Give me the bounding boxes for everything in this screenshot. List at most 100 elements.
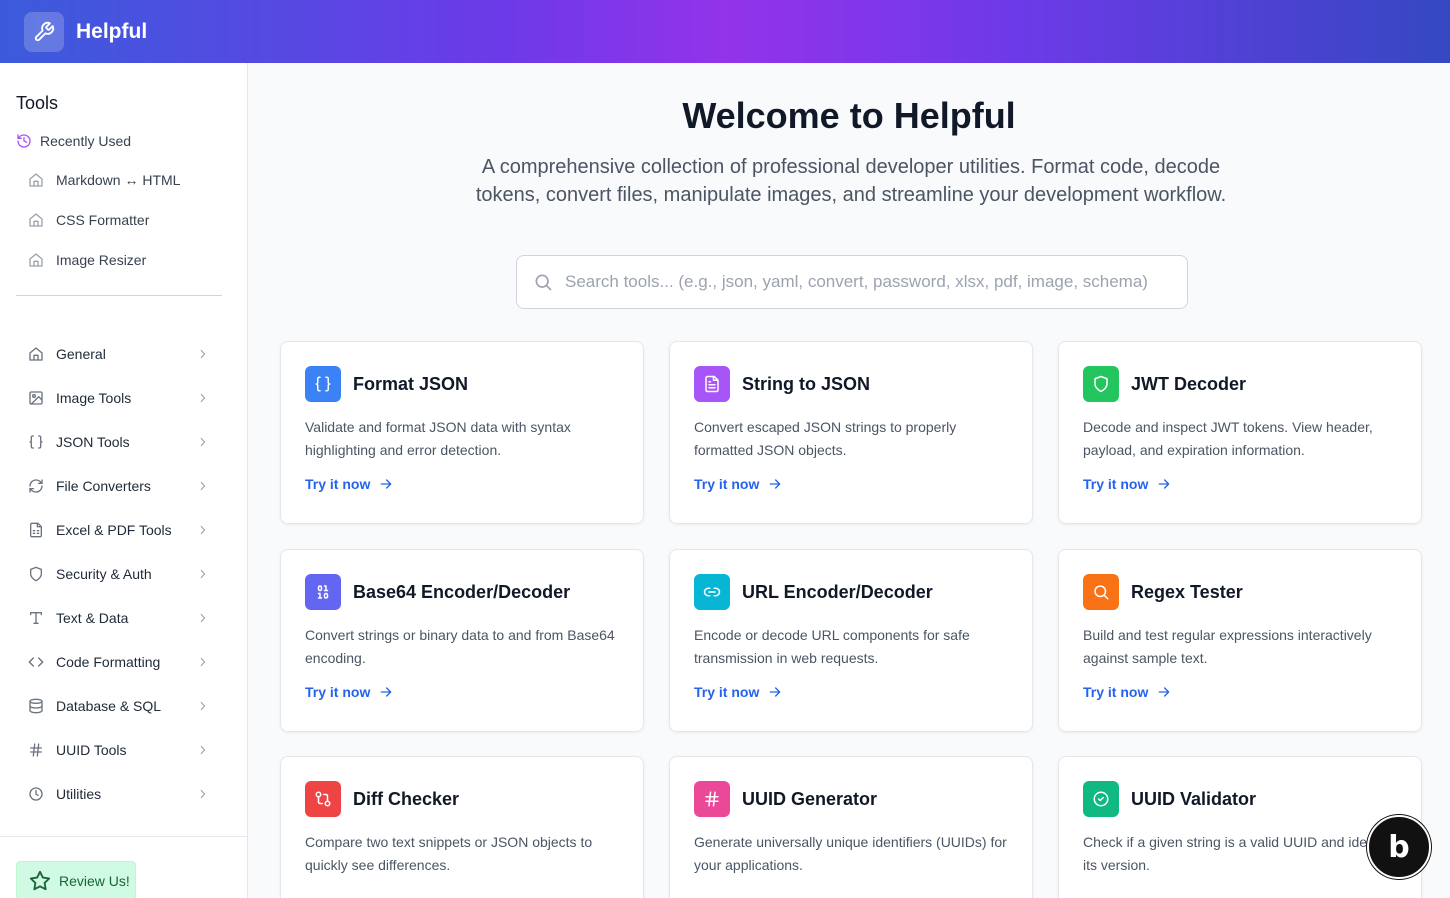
sidebar-item-label: File Converters	[56, 478, 151, 494]
recent-item-label: Image Resizer	[56, 252, 147, 268]
chevron-right-icon	[196, 347, 210, 361]
hash-icon	[694, 781, 730, 817]
sidebar-item-security-auth[interactable]: Security & Auth	[28, 562, 210, 586]
try-it-now-link[interactable]: Try it now	[305, 476, 619, 492]
sidebar-item-label: Excel & PDF Tools	[56, 522, 172, 538]
sidebar-item-image-tools[interactable]: Image Tools	[28, 386, 210, 410]
sidebar-bottom-divider	[0, 836, 247, 837]
try-it-now-link[interactable]: Try it now	[305, 684, 619, 700]
recent-item-label: Markdown ↔ HTML	[56, 172, 181, 188]
tool-card-url-encoder[interactable]: URL Encoder/Decoder Encode or decode URL…	[669, 549, 1033, 732]
star-icon	[29, 870, 51, 892]
recent-item-css-formatter[interactable]: CSS Formatter	[28, 212, 149, 228]
card-title: UUID Generator	[742, 788, 878, 809]
review-us-label: Review Us!	[59, 873, 130, 889]
search-icon	[533, 272, 553, 292]
card-title: Diff Checker	[353, 788, 460, 809]
sidebar-item-text-data[interactable]: Text & Data	[28, 606, 210, 630]
app-title[interactable]: Helpful	[76, 20, 147, 44]
sidebar-item-label: Security & Auth	[56, 566, 152, 582]
tool-card-regex-tester[interactable]: Regex Tester Build and test regular expr…	[1058, 549, 1422, 732]
arrow-right-icon	[378, 684, 394, 700]
tool-card-uuid-generator[interactable]: UUID Generator Generate universally uniq…	[669, 756, 1033, 898]
chevron-right-icon	[196, 743, 210, 757]
tool-card-string-to-json[interactable]: String to JSON Convert escaped JSON stri…	[669, 341, 1033, 524]
arrow-right-icon	[767, 476, 783, 492]
bolt-badge[interactable]: b	[1367, 815, 1431, 879]
sidebar-item-label: General	[56, 346, 106, 362]
link-icon	[694, 574, 730, 610]
home-icon	[28, 346, 44, 362]
search-input[interactable]	[565, 272, 1165, 292]
top-header: Helpful	[0, 0, 1450, 63]
history-icon	[16, 133, 32, 149]
arrow-right-icon	[378, 476, 394, 492]
sidebar-item-uuid-tools[interactable]: UUID Tools	[28, 738, 210, 762]
sidebar-item-label: Text & Data	[56, 610, 129, 626]
home-icon	[28, 172, 44, 188]
braces-icon	[28, 434, 44, 450]
review-us-button[interactable]: Review Us!	[16, 861, 136, 898]
chevron-right-icon	[196, 479, 210, 493]
sidebar-item-excel-pdf-tools[interactable]: Excel & PDF Tools	[28, 518, 210, 542]
sidebar-item-label: UUID Tools	[56, 742, 127, 758]
card-description: Check if a given string is a valid UUID …	[1083, 834, 1393, 873]
sidebar-item-file-converters[interactable]: File Converters	[28, 474, 210, 498]
tool-card-uuid-validator[interactable]: UUID Validator Check if a given string i…	[1058, 756, 1422, 898]
braces-icon	[305, 366, 341, 402]
try-it-now-label: Try it now	[694, 684, 760, 700]
sidebar-item-label: Code Formatting	[56, 654, 161, 670]
sidebar-item-database-sql[interactable]: Database & SQL	[28, 694, 210, 718]
tool-card-base64[interactable]: Base64 Encoder/Decoder Convert strings o…	[280, 549, 644, 732]
try-it-now-label: Try it now	[1083, 684, 1149, 700]
chevron-right-icon	[196, 435, 210, 449]
check-circle-icon	[1083, 781, 1119, 817]
git-compare-icon	[305, 781, 341, 817]
card-description: Convert strings or binary data to and fr…	[305, 627, 615, 666]
try-it-now-link[interactable]: Try it now	[694, 476, 1008, 492]
try-it-now-label: Try it now	[305, 476, 371, 492]
search-box[interactable]	[516, 255, 1188, 309]
card-title: Format JSON	[353, 373, 469, 394]
try-it-now-link[interactable]: Try it now	[694, 684, 1008, 700]
arrow-right-icon	[1156, 476, 1172, 492]
card-title: String to JSON	[742, 373, 871, 394]
card-description: Build and test regular expressions inter…	[1083, 627, 1372, 666]
tool-card-format-json[interactable]: Format JSON Validate and format JSON dat…	[280, 341, 644, 524]
card-title: UUID Validator	[1131, 788, 1257, 809]
recently-used-label: Recently Used	[40, 133, 132, 149]
recent-item-image-resizer[interactable]: Image Resizer	[28, 252, 146, 268]
chevron-right-icon	[196, 611, 210, 625]
try-it-now-link[interactable]: Try it now	[1083, 684, 1397, 700]
recent-item-label: CSS Formatter	[56, 212, 150, 228]
page-title: Welcome to Helpful	[682, 95, 1016, 136]
chevron-right-icon	[196, 523, 210, 537]
sidebar-item-json-tools[interactable]: JSON Tools	[28, 430, 210, 454]
chevron-right-icon	[196, 391, 210, 405]
code-icon	[28, 654, 44, 670]
chevron-right-icon	[196, 787, 210, 801]
try-it-now-label: Try it now	[305, 684, 371, 700]
chevron-right-icon	[196, 567, 210, 581]
card-title: Base64 Encoder/Decoder	[353, 581, 571, 602]
card-title: URL Encoder/Decoder	[742, 581, 933, 602]
tool-card-jwt-decoder[interactable]: JWT Decoder Decode and inspect JWT token…	[1058, 341, 1422, 524]
recent-item-markdown-html[interactable]: Markdown ↔ HTML	[28, 172, 180, 188]
tool-card-diff-checker[interactable]: Diff Checker Compare two text snippets o…	[280, 756, 644, 898]
card-title: Regex Tester	[1131, 581, 1243, 602]
sidebar-item-utilities[interactable]: Utilities	[28, 782, 210, 806]
card-title: JWT Decoder	[1131, 373, 1247, 394]
chevron-right-icon	[196, 655, 210, 669]
home-icon	[28, 252, 44, 268]
shield-icon	[28, 566, 44, 582]
sidebar-item-general[interactable]: General	[28, 342, 210, 366]
sidebar-item-label: Utilities	[56, 786, 102, 802]
home-icon	[28, 212, 44, 228]
sidebar-item-code-formatting[interactable]: Code Formatting	[28, 650, 210, 674]
wrench-icon[interactable]	[24, 11, 64, 52]
card-description: Encode or decode URL components for safe…	[694, 627, 970, 666]
try-it-now-link[interactable]: Try it now	[1083, 476, 1397, 492]
spreadsheet-icon	[28, 522, 44, 538]
clock-icon	[28, 786, 44, 802]
card-description: Decode and inspect JWT tokens. View head…	[1083, 419, 1373, 458]
